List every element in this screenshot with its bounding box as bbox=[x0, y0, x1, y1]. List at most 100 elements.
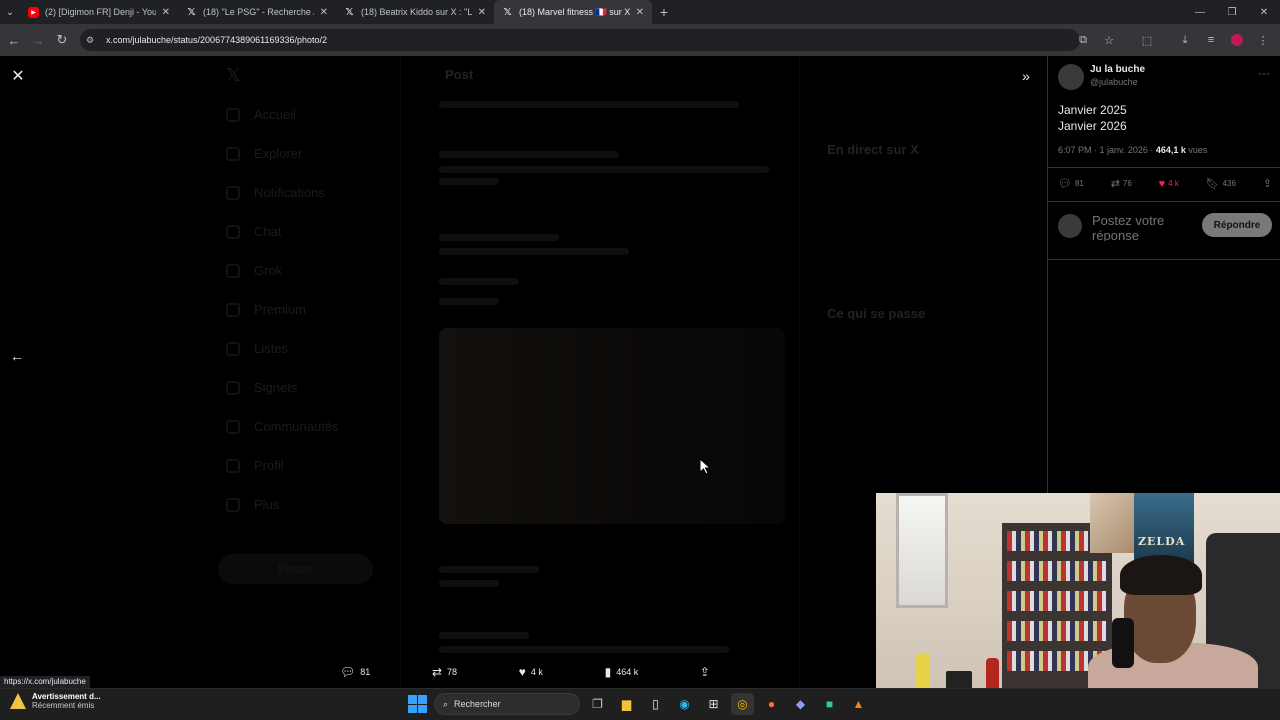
post-author[interactable]: Ju la buche @julabuche bbox=[1058, 64, 1145, 90]
browser-tab-1[interactable]: ▶ (2) [Digimon FR] Denji - YouTube ✕ bbox=[20, 0, 178, 24]
close-window-icon[interactable]: ✕ bbox=[1248, 0, 1280, 24]
share-action[interactable]: ⇪ bbox=[1263, 177, 1272, 190]
text-placeholder bbox=[439, 234, 559, 241]
viewer-action-bar: 💬︎ 81 ⇄ 78 ♥ 4 k ▮ 464 k ⇪ bbox=[340, 662, 710, 682]
url-text: x.com/julabuche/status/20067743890611693… bbox=[106, 35, 328, 45]
forward-icon[interactable]: → bbox=[26, 28, 50, 52]
extensions-icon[interactable]: ⬚ bbox=[1136, 28, 1158, 52]
bookmark-star-icon[interactable]: ☆ bbox=[1098, 28, 1120, 52]
tab-title: (18) "Le PSG" - Recherche / X bbox=[203, 7, 314, 17]
media-icon[interactable]: ≡ bbox=[1200, 28, 1222, 52]
bookmark-icon: 🔖︎ bbox=[1205, 178, 1220, 190]
premium-icon bbox=[226, 302, 240, 317]
background-heading: Ce qui se passe bbox=[827, 306, 926, 321]
tab-title: (2) [Digimon FR] Denji - YouTube bbox=[45, 7, 156, 17]
bookmark-action[interactable]: 🔖︎ 436 bbox=[1206, 177, 1236, 190]
text-placeholder bbox=[439, 248, 629, 255]
x-logo-icon: 𝕏 bbox=[226, 65, 241, 85]
post-timestamp[interactable]: 6:07 PM · 1 janv. 2026 · bbox=[1058, 145, 1156, 155]
streaming-app-icon[interactable]: ■ bbox=[818, 693, 841, 715]
file-explorer-icon[interactable]: ▆ bbox=[615, 693, 638, 715]
vlc-icon[interactable]: ▲ bbox=[847, 693, 870, 715]
minimize-icon[interactable]: — bbox=[1184, 0, 1216, 24]
tab-search-icon[interactable]: ⌄ bbox=[0, 0, 20, 24]
text-placeholder bbox=[439, 646, 729, 653]
site-info-icon[interactable]: ⚙ bbox=[86, 35, 100, 46]
windows-start-icon[interactable] bbox=[406, 693, 428, 715]
back-icon[interactable]: ← bbox=[2, 28, 26, 52]
webcam-overlay: ZELDA bbox=[876, 493, 1280, 688]
grok-icon bbox=[226, 263, 240, 278]
more-options-icon[interactable]: ··· bbox=[1258, 66, 1270, 80]
close-tab-icon[interactable]: ✕ bbox=[162, 7, 170, 18]
repost-action[interactable]: ⇄ 76 bbox=[1111, 177, 1132, 190]
text-placeholder bbox=[439, 151, 619, 158]
author-name[interactable]: Ju la buche bbox=[1090, 64, 1145, 75]
reply-composer: Postez votre réponse Répondre bbox=[1058, 213, 1272, 241]
collapse-panel-icon[interactable]: » bbox=[1015, 66, 1037, 86]
close-tab-icon[interactable]: ✕ bbox=[478, 7, 486, 18]
close-tab-icon[interactable]: ✕ bbox=[636, 7, 644, 18]
streamer-hair bbox=[1120, 555, 1202, 595]
new-tab-icon[interactable]: + bbox=[652, 0, 676, 24]
divider bbox=[1048, 201, 1280, 202]
download-icon[interactable]: ⤓ bbox=[1174, 28, 1196, 52]
warning-icon bbox=[10, 693, 26, 709]
notification[interactable]: Avertissement d... Récemment émis bbox=[10, 692, 101, 710]
taskbar-search[interactable]: ⌕ Rechercher bbox=[434, 693, 580, 715]
share-icon: ⇪ bbox=[699, 665, 710, 679]
browser-tab-2[interactable]: 𝕏 (18) "Le PSG" - Recherche / X ✕ bbox=[178, 0, 336, 24]
avatar[interactable] bbox=[1058, 64, 1084, 90]
close-tab-icon[interactable]: ✕ bbox=[320, 7, 328, 18]
author-handle[interactable]: @julabuche bbox=[1090, 77, 1145, 87]
reload-icon[interactable]: ↻ bbox=[50, 28, 74, 52]
restore-icon[interactable]: ❐ bbox=[1216, 0, 1248, 24]
zelda-poster bbox=[1134, 493, 1194, 563]
like-action[interactable]: ♥ 4 k bbox=[519, 665, 543, 679]
reply-input[interactable]: Postez votre réponse bbox=[1092, 213, 1192, 241]
x-logo-icon: 𝕏 bbox=[187, 6, 196, 18]
firefox-icon[interactable]: ● bbox=[760, 693, 783, 715]
text-placeholder bbox=[439, 580, 499, 587]
heart-icon: ♥ bbox=[518, 665, 526, 679]
menu-icon[interactable]: ⋮ bbox=[1252, 28, 1274, 52]
address-bar[interactable]: ⚙ x.com/julabuche/status/200677438906116… bbox=[80, 29, 1080, 51]
like-action[interactable]: ♥ 4 k bbox=[1159, 178, 1179, 190]
previous-photo-icon[interactable]: ← bbox=[6, 346, 28, 366]
browser-tab-3[interactable]: 𝕏 (18) Beatrix Kiddo sur X : "L'extr ✕ bbox=[336, 0, 494, 24]
more-icon bbox=[226, 497, 240, 512]
nav-item: Communautés bbox=[218, 407, 388, 446]
avatar bbox=[1058, 214, 1082, 238]
views-action[interactable]: ▮ 464 k bbox=[605, 665, 639, 679]
reply-icon: 💬︎ bbox=[340, 665, 356, 679]
edge-icon[interactable]: ◉ bbox=[673, 693, 696, 715]
notepad-icon[interactable]: ▯ bbox=[644, 693, 667, 715]
profile-icon bbox=[226, 458, 240, 473]
notification-title: Avertissement d... bbox=[32, 692, 101, 701]
search-icon: ⌕ bbox=[443, 698, 449, 709]
reply-action[interactable]: 💬︎ 81 bbox=[340, 665, 370, 679]
share-action[interactable]: ⇪ bbox=[700, 665, 710, 679]
x-logo-icon: 𝕏 bbox=[345, 6, 354, 18]
nav-item: Explorer bbox=[218, 134, 388, 173]
post-meta: 6:07 PM · 1 janv. 2026 · 464,1 k vues bbox=[1058, 145, 1207, 155]
notification-subtitle: Récemment émis bbox=[32, 701, 95, 710]
browser-tab-4[interactable]: 𝕏 (18) Marvel fitness 🇫🇷 sur X : "Bo ✕ bbox=[494, 0, 652, 24]
desk-items bbox=[916, 643, 1006, 688]
x-logo-icon: 𝕏 bbox=[503, 6, 512, 18]
discord-icon[interactable]: ◆ bbox=[789, 693, 812, 715]
chrome-icon[interactable]: ◎ bbox=[731, 693, 754, 715]
install-app-icon[interactable]: ⧉ bbox=[1072, 28, 1094, 52]
reply-button[interactable]: Répondre bbox=[1202, 213, 1272, 237]
close-viewer-icon[interactable]: ✕ bbox=[8, 66, 28, 86]
background-post-button: Poster bbox=[218, 554, 373, 584]
nav-item: Premium bbox=[218, 290, 388, 329]
search-icon bbox=[226, 146, 240, 161]
profile-avatar[interactable] bbox=[1231, 34, 1243, 46]
repost-action[interactable]: ⇄ 78 bbox=[432, 665, 457, 679]
task-view-icon[interactable]: ❐ bbox=[586, 693, 609, 715]
window-controls: — ❐ ✕ bbox=[1184, 0, 1280, 24]
tab-title: (18) Marvel fitness 🇫🇷 sur X : "Bo bbox=[519, 6, 630, 17]
store-icon[interactable]: ⊞ bbox=[702, 693, 725, 715]
reply-action[interactable]: 💬︎ 81 bbox=[1058, 177, 1084, 190]
